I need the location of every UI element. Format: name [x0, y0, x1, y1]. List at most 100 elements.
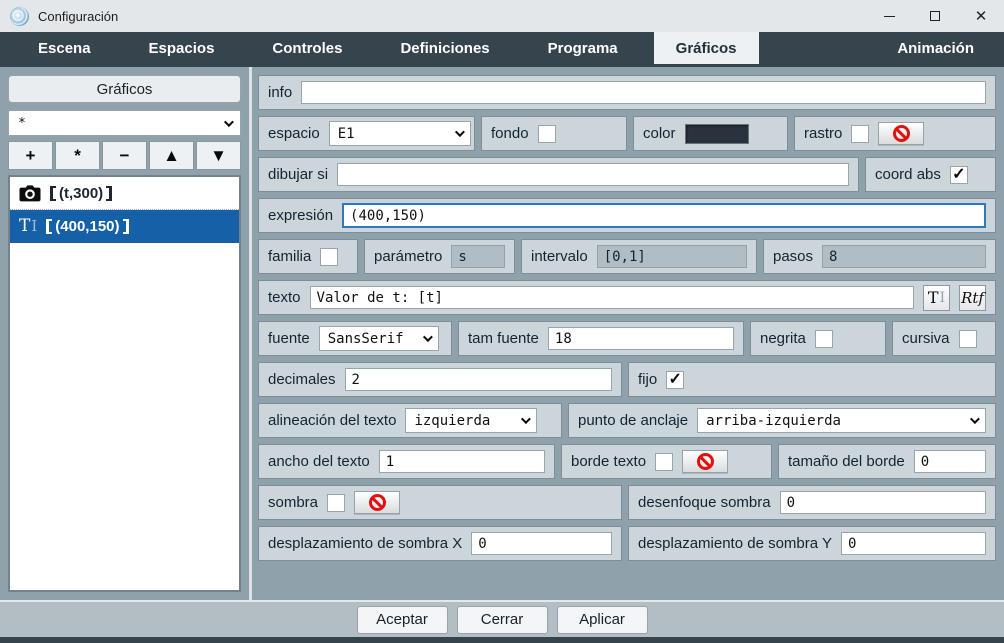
familia-checkbox[interactable]	[320, 248, 338, 266]
rastro-checkbox[interactable]	[851, 125, 869, 143]
borde-no-color-button[interactable]	[682, 450, 728, 473]
duplicate-graphic-button[interactable]: *	[55, 141, 100, 170]
parametro-input	[451, 245, 505, 268]
move-up-button[interactable]: ▲	[149, 141, 194, 170]
alineacion-value: izquierda	[414, 413, 490, 429]
rastro-group: rastro	[794, 116, 996, 151]
text-cursor-icon: TI	[19, 218, 37, 235]
desenfoque-input[interactable]	[780, 491, 986, 514]
sidebar-toolbar: + * − ▲ ▼	[8, 141, 241, 170]
dibujar-si-label: dibujar si	[268, 166, 328, 183]
espacio-select[interactable]: E1	[329, 121, 471, 146]
tab-definiciones[interactable]: Definiciones	[378, 32, 511, 64]
tab-programa[interactable]: Programa	[526, 32, 640, 64]
fuente-select[interactable]: SansSerif	[319, 326, 439, 351]
window-title: Configuración	[38, 9, 118, 24]
dibujar-si-input[interactable]	[337, 163, 849, 186]
anclaje-value: arriba-izquierda	[706, 413, 841, 429]
sombra-y-input[interactable]	[841, 532, 986, 555]
info-group: info	[258, 75, 996, 110]
bottom-strip	[0, 637, 1004, 643]
coord-abs-checkbox[interactable]	[950, 166, 968, 184]
fuente-label: fuente	[268, 330, 310, 347]
fuente-group: fuente SansSerif	[258, 321, 452, 356]
color-swatch[interactable]	[685, 124, 749, 144]
alineacion-label: alineación del texto	[268, 412, 396, 429]
remove-graphic-button[interactable]: −	[102, 141, 147, 170]
rtf-text-button[interactable]: Rtf	[959, 285, 986, 311]
tab-graficos[interactable]: Gráficos	[654, 32, 759, 64]
sombra-checkbox[interactable]	[327, 494, 345, 512]
texto-input[interactable]	[310, 286, 914, 309]
filter-value: *	[18, 116, 26, 131]
camera-icon	[19, 184, 41, 202]
accept-button[interactable]: Aceptar	[357, 606, 448, 634]
sidebar-title: Gráficos	[8, 75, 241, 103]
chevron-down-icon	[224, 117, 234, 127]
sombra-no-color-button[interactable]	[354, 491, 400, 514]
config-window: Configuración ✕ Escena Espacios Controle…	[0, 0, 1004, 643]
cursiva-checkbox[interactable]	[959, 330, 977, 348]
tab-escena[interactable]: Escena	[16, 32, 113, 64]
graphics-filter-select[interactable]: *	[8, 110, 241, 136]
rastro-no-color-button[interactable]	[878, 122, 924, 145]
anclaje-label: punto de anclaje	[578, 412, 688, 429]
ancho-texto-input[interactable]	[379, 450, 545, 473]
rastro-label: rastro	[804, 125, 842, 142]
sombra-label: sombra	[268, 494, 318, 511]
cursiva-label: cursiva	[902, 330, 950, 347]
pasos-input	[822, 245, 986, 268]
negrita-checkbox[interactable]	[815, 330, 833, 348]
apply-button[interactable]: Aplicar	[557, 606, 648, 634]
tab-bar: Escena Espacios Controles Definiciones P…	[0, 32, 1004, 64]
move-down-button[interactable]: ▼	[196, 141, 241, 170]
graphics-list: (t,300) TI (400,150)	[8, 175, 241, 592]
tam-fuente-input[interactable]	[548, 327, 734, 350]
list-item-text[interactable]: TI (400,150)	[10, 210, 239, 243]
sombra-x-input[interactable]	[471, 532, 612, 555]
borde-texto-group: borde texto	[561, 444, 772, 479]
coord-abs-group: coord abs	[865, 157, 996, 192]
sombra-group: sombra	[258, 485, 622, 520]
fijo-label: fijo	[638, 371, 657, 388]
list-item-image[interactable]: (t,300)	[10, 177, 239, 210]
info-input[interactable]	[301, 81, 986, 104]
fuente-value: SansSerif	[328, 331, 404, 347]
graphic-properties-form: info espacio E1 fondo col	[252, 67, 1004, 600]
maximize-button[interactable]	[912, 0, 958, 32]
minimize-button[interactable]	[866, 0, 912, 32]
espacio-value: E1	[338, 126, 355, 142]
no-entry-icon	[697, 453, 714, 470]
tamano-borde-input[interactable]	[914, 450, 986, 473]
no-entry-icon	[369, 494, 386, 511]
intervalo-group: intervalo	[521, 239, 757, 274]
expresion-group: expresión	[258, 198, 996, 233]
text-cursor-icon: I	[940, 291, 946, 305]
close-button[interactable]: ✕	[958, 0, 1004, 32]
borde-texto-checkbox[interactable]	[655, 453, 673, 471]
tab-animacion[interactable]: Animación	[875, 32, 996, 64]
close-dialog-button[interactable]: Cerrar	[457, 606, 548, 634]
expresion-input[interactable]	[342, 203, 986, 228]
fijo-checkbox[interactable]	[666, 371, 684, 389]
plain-text-button[interactable]: TI	[923, 285, 950, 311]
list-item-label: (400,150)	[46, 218, 128, 235]
alineacion-select[interactable]: izquierda	[405, 408, 537, 433]
tamano-borde-label: tamaño del borde	[788, 453, 905, 470]
anclaje-select[interactable]: arriba-izquierda	[697, 408, 986, 433]
decimales-input[interactable]	[345, 368, 612, 391]
tab-espacios[interactable]: Espacios	[127, 32, 237, 64]
window-controls: ✕	[866, 0, 1004, 32]
graphics-sidebar: Gráficos * + * − ▲ ▼ (t,300)	[0, 67, 252, 600]
intervalo-label: intervalo	[531, 248, 588, 265]
fondo-checkbox[interactable]	[538, 125, 556, 143]
info-label: info	[268, 84, 292, 101]
familia-group: familia	[258, 239, 358, 274]
add-graphic-button[interactable]: +	[8, 141, 53, 170]
tab-controles[interactable]: Controles	[250, 32, 364, 64]
fondo-label: fondo	[491, 125, 529, 142]
chevron-down-icon	[423, 332, 433, 342]
descartes-logo-icon	[10, 7, 29, 26]
pasos-group: pasos	[763, 239, 996, 274]
chevron-down-icon	[521, 414, 531, 424]
